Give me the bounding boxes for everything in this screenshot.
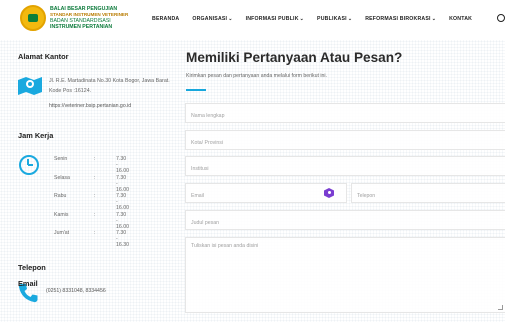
institution-input[interactable] bbox=[186, 160, 505, 178]
message-field bbox=[185, 237, 505, 313]
chevron-down-icon: ⌄ bbox=[347, 16, 353, 22]
nav-item-organisasi[interactable]: ORGANISASI⌄ bbox=[192, 16, 232, 22]
resize-handle-icon[interactable] bbox=[498, 305, 503, 310]
subject-field bbox=[185, 210, 505, 232]
hours-day: Selasa bbox=[54, 174, 70, 181]
email-title: Email bbox=[18, 279, 38, 288]
subject-input[interactable] bbox=[186, 214, 505, 232]
nav-item-beranda[interactable]: BERANDA bbox=[152, 16, 179, 22]
chevron-down-icon: ⌄ bbox=[228, 16, 233, 22]
city-field bbox=[185, 130, 505, 152]
nav-item-kontak[interactable]: KONTAK bbox=[449, 16, 472, 22]
search-icon[interactable] bbox=[497, 13, 505, 23]
nav-item-label: BERANDA bbox=[152, 16, 180, 22]
nav-item-label: REFORMASI BIROKRASI bbox=[365, 16, 431, 22]
address-title: Alamat Kantor bbox=[18, 52, 69, 61]
site-logo[interactable] bbox=[20, 5, 46, 31]
hours-title: Jam Kerja bbox=[18, 131, 54, 140]
nav-item-informasi-publik[interactable]: INFORMASI PUBLIK⌄ bbox=[246, 16, 304, 22]
message-textarea[interactable] bbox=[186, 238, 505, 312]
brand-text[interactable]: BALAI BESAR PENGUJIAN STANDAR INSTRUMEN … bbox=[50, 6, 128, 30]
email-input[interactable] bbox=[186, 187, 346, 205]
chevron-down-icon: ⌄ bbox=[299, 16, 305, 22]
name-field bbox=[185, 103, 505, 125]
brand-line-4: INSTRUMEN PERTANIAN bbox=[50, 24, 113, 30]
nav-item-publikasi[interactable]: PUBLIKASI⌄ bbox=[317, 16, 352, 22]
name-input[interactable] bbox=[186, 107, 505, 125]
form-subtitle: Kirimkan pesan dan pertanyaan anda melal… bbox=[186, 73, 328, 79]
email-field bbox=[185, 183, 347, 205]
nav-item-label: PUBLIKASI bbox=[317, 16, 347, 22]
site-header: BALAI BESAR PENGUJIAN STANDAR INSTRUMEN … bbox=[0, 0, 505, 40]
hours-separator: : bbox=[94, 230, 96, 237]
form-title: Memiliki Pertanyaan Atau Pesan? bbox=[186, 50, 403, 65]
hours-time: 7.30 - 16.30 bbox=[116, 230, 129, 249]
hours-time: 7.30 - 16.00 bbox=[116, 193, 129, 212]
hours-time: 7.30 - 16.00 bbox=[116, 156, 129, 174]
map-icon bbox=[18, 77, 42, 95]
hours-separator: : bbox=[94, 174, 96, 181]
address-text: Jl. R.E. Martadinata No.30 Kota Bogor, J… bbox=[49, 78, 170, 94]
title-accent-divider bbox=[186, 89, 206, 91]
main-nav: BERANDA ORGANISASI⌄ INFORMASI PUBLIK⌄ PU… bbox=[152, 16, 485, 22]
phone-field bbox=[351, 183, 505, 205]
phone-number[interactable]: (0251) 8331048, 8334456 bbox=[46, 288, 106, 294]
clock-icon bbox=[19, 155, 39, 175]
hours-day: Kamis bbox=[54, 211, 69, 218]
hours-separator: : bbox=[94, 193, 96, 200]
phone-input[interactable] bbox=[352, 187, 505, 205]
hours-day: Rabu bbox=[54, 193, 67, 200]
hours-time: 7.30 - 16.00 bbox=[116, 174, 129, 193]
nav-item-label: KONTAK bbox=[449, 16, 473, 22]
hours-separator: : bbox=[94, 211, 96, 218]
nav-item-reformasi-birokrasi[interactable]: REFORMASI BIROKRASI⌄ bbox=[365, 16, 436, 22]
nav-item-label: ORGANISASI bbox=[192, 16, 228, 22]
chevron-down-icon: ⌄ bbox=[431, 16, 437, 22]
city-input[interactable] bbox=[186, 134, 505, 152]
website-link[interactable]: https://veteriner.bsip.pertanian.go.id bbox=[49, 103, 131, 109]
hours-separator: : bbox=[94, 156, 96, 162]
nav-item-label: INFORMASI PUBLIK bbox=[245, 16, 299, 22]
institution-field bbox=[185, 156, 505, 178]
hours-day: Senin bbox=[54, 156, 68, 162]
hours-day: Jum'at bbox=[54, 230, 70, 237]
hours-time: 7.30 - 16.00 bbox=[116, 211, 129, 230]
phone-title: Telepon bbox=[18, 263, 46, 272]
